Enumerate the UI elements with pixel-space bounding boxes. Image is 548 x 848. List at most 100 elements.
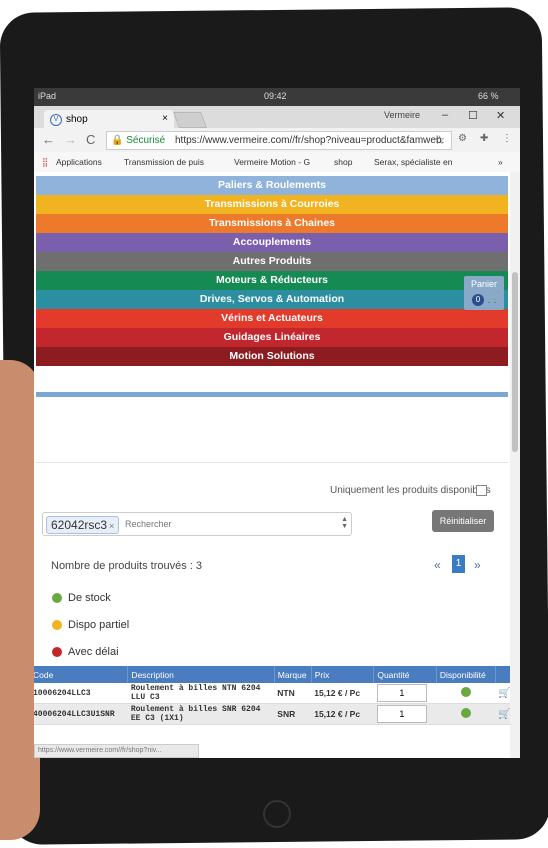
tab-title: shop xyxy=(66,114,88,125)
page-content: Paliers & Roulements Transmissions à Cou… xyxy=(34,172,515,758)
link-status-url: https://www.vermeire.com//fr/shop?niv... xyxy=(34,744,199,758)
secure-label: Sécurisé xyxy=(126,135,166,146)
reset-button[interactable]: Réinitialiser xyxy=(432,510,494,532)
back-icon[interactable]: ← xyxy=(42,132,55,147)
menu-motion-solutions[interactable]: Motion Solutions xyxy=(36,347,508,366)
product-search-box[interactable]: 62042rsc3× ▲▼ xyxy=(42,512,352,536)
menu-moteurs[interactable]: Moteurs & Réducteurs xyxy=(36,271,508,290)
menu-chaines[interactable]: Transmissions à Chaines xyxy=(36,214,508,233)
in-stock-dot-icon xyxy=(460,687,471,697)
row-availability xyxy=(436,703,496,725)
table-row: 40006204LLC3U1SNR Roulement à billes SNR… xyxy=(34,703,514,725)
profile-name[interactable]: Vermeire xyxy=(384,110,420,120)
bookmarks-bar: ⣿ Applications Transmission de puis Verm… xyxy=(34,152,520,173)
pager-prev[interactable]: « xyxy=(434,558,441,572)
menu-autres[interactable]: Autres Produits xyxy=(36,252,508,271)
menu-courroies[interactable]: Transmissions à Courroies xyxy=(36,195,508,214)
cart-count-badge: 0 xyxy=(472,294,484,306)
green-dot-icon xyxy=(52,593,62,604)
divider-line xyxy=(36,462,508,463)
legend-delay: Avec délai xyxy=(52,646,119,658)
col-code[interactable]: Code xyxy=(34,666,129,683)
minimize-icon[interactable]: – xyxy=(442,109,448,121)
row-price: 15,12 € / Pc xyxy=(311,703,374,725)
cart-icon: 🛒 xyxy=(487,293,500,304)
row-description[interactable]: Roulement à billes NTN 6204 LLU C3 xyxy=(127,683,275,704)
col-brand[interactable]: Marque xyxy=(274,666,312,683)
menu-accouplements[interactable]: Accouplements xyxy=(36,233,508,252)
close-tab-icon[interactable]: × xyxy=(162,113,168,124)
home-button[interactable] xyxy=(263,800,291,828)
page-scrollbar[interactable] xyxy=(510,172,520,758)
row-availability xyxy=(436,683,496,704)
cart-label: Panier xyxy=(470,279,497,289)
search-chip-text: 62042rsc3 xyxy=(51,518,108,532)
menu-guidages[interactable]: Guidages Linéaires xyxy=(36,328,508,347)
col-description[interactable]: Description xyxy=(127,666,275,683)
carrier: iPad xyxy=(38,91,57,101)
legend-label: De stock xyxy=(68,592,111,604)
url-field[interactable]: 🔒 Sécurisé https://www.vermeire.com//fr/… xyxy=(106,131,452,150)
window-close-icon[interactable]: ✕ xyxy=(496,109,505,122)
row-price: 15,12 € / Pc xyxy=(311,683,374,704)
url-text: https://www.vermeire.com//fr/shop?niveau… xyxy=(175,135,445,146)
row-brand: NTN xyxy=(274,683,312,704)
cart-widget[interactable]: Panier 0 🛒 xyxy=(464,276,504,310)
legend-partial: Dispo partiel xyxy=(52,619,129,631)
divider-bar xyxy=(36,392,508,397)
quantity-input[interactable] xyxy=(376,705,427,723)
bookmark-applications[interactable]: Applications xyxy=(56,157,102,167)
puzzle-icon[interactable]: ✚ xyxy=(480,133,488,144)
menu-drives[interactable]: Drives, Servos & Automation xyxy=(36,290,508,309)
col-availability[interactable]: Disponibilité xyxy=(436,666,496,683)
quantity-input[interactable] xyxy=(376,684,427,702)
product-table: Code Description Marque Prix Quantité Di… xyxy=(34,666,515,725)
yellow-dot-icon xyxy=(52,620,62,631)
table-row: 10006204LLC3 Roulement à billes NTN 6204… xyxy=(34,683,514,704)
col-quantity[interactable]: Quantité xyxy=(373,666,437,683)
red-dot-icon xyxy=(52,647,62,658)
scrollbar-thumb[interactable] xyxy=(512,272,518,452)
only-available-label: Uniquement les produits disponibles xyxy=(330,485,491,496)
ios-status-bar: iPad 09:42 66 % xyxy=(34,88,520,106)
legend-in-stock: De stock xyxy=(52,592,111,604)
bookmark-star-icon[interactable]: ☆ xyxy=(434,133,445,147)
bookmark-vermeire-motion[interactable]: Vermeire Motion - G xyxy=(234,157,310,167)
in-stock-dot-icon xyxy=(460,708,471,718)
bookmark-serax[interactable]: Serax, spécialiste en xyxy=(374,157,452,167)
add-to-cart-icon[interactable]: 🛒 xyxy=(498,709,510,720)
bookmark-transmission[interactable]: Transmission de puis xyxy=(124,157,204,167)
legend-label: Dispo partiel xyxy=(68,619,130,631)
forward-icon[interactable]: → xyxy=(64,132,77,147)
row-code: 40006204LLC3U1SNR xyxy=(34,703,128,725)
menu-kebab-icon[interactable]: ⋮ xyxy=(502,133,512,144)
add-to-cart-icon[interactable]: 🛒 xyxy=(498,688,510,699)
browser-tab[interactable]: V shop × xyxy=(44,110,174,128)
bookmark-shop[interactable]: shop xyxy=(334,157,352,167)
row-code: 10006204LLC3 xyxy=(34,683,128,704)
row-qty-cell xyxy=(373,683,437,704)
bookmarks-more[interactable]: » xyxy=(498,157,503,167)
search-input[interactable] xyxy=(123,516,307,532)
only-available-checkbox[interactable] xyxy=(476,485,487,496)
reload-icon[interactable]: C xyxy=(86,132,95,147)
row-description[interactable]: Roulement à billes SNR 6204 EE C3 (1X1) xyxy=(127,703,275,725)
menu-verins[interactable]: Vérins et Actuateurs xyxy=(36,309,508,328)
spinner-arrows-icon[interactable]: ▲ ▼ xyxy=(341,516,348,530)
apps-grid-icon[interactable]: ⣿ xyxy=(42,157,48,168)
legend-label: Avec délai xyxy=(68,646,119,658)
row-qty-cell xyxy=(373,703,437,725)
maximize-icon[interactable]: ☐ xyxy=(468,109,478,122)
address-bar: ← → C 🔒 Sécurisé https://www.vermeire.co… xyxy=(34,128,520,153)
pager-next[interactable]: » xyxy=(474,558,481,572)
chip-remove-icon[interactable]: × xyxy=(109,521,114,531)
row-brand: SNR xyxy=(274,703,312,725)
pager-page-1[interactable]: 1 xyxy=(452,555,465,573)
screen: iPad 09:42 66 % V shop × Vermeire – ☐ ✕ … xyxy=(34,88,520,758)
vermeire-favicon-icon: V xyxy=(50,114,62,126)
extension-icon[interactable]: ⚙ xyxy=(458,133,467,144)
col-price[interactable]: Prix xyxy=(311,666,375,683)
menu-paliers[interactable]: Paliers & Roulements xyxy=(36,176,508,195)
new-tab-button[interactable] xyxy=(173,112,207,128)
secure-lock-label: 🔒 Sécurisé xyxy=(111,135,166,146)
